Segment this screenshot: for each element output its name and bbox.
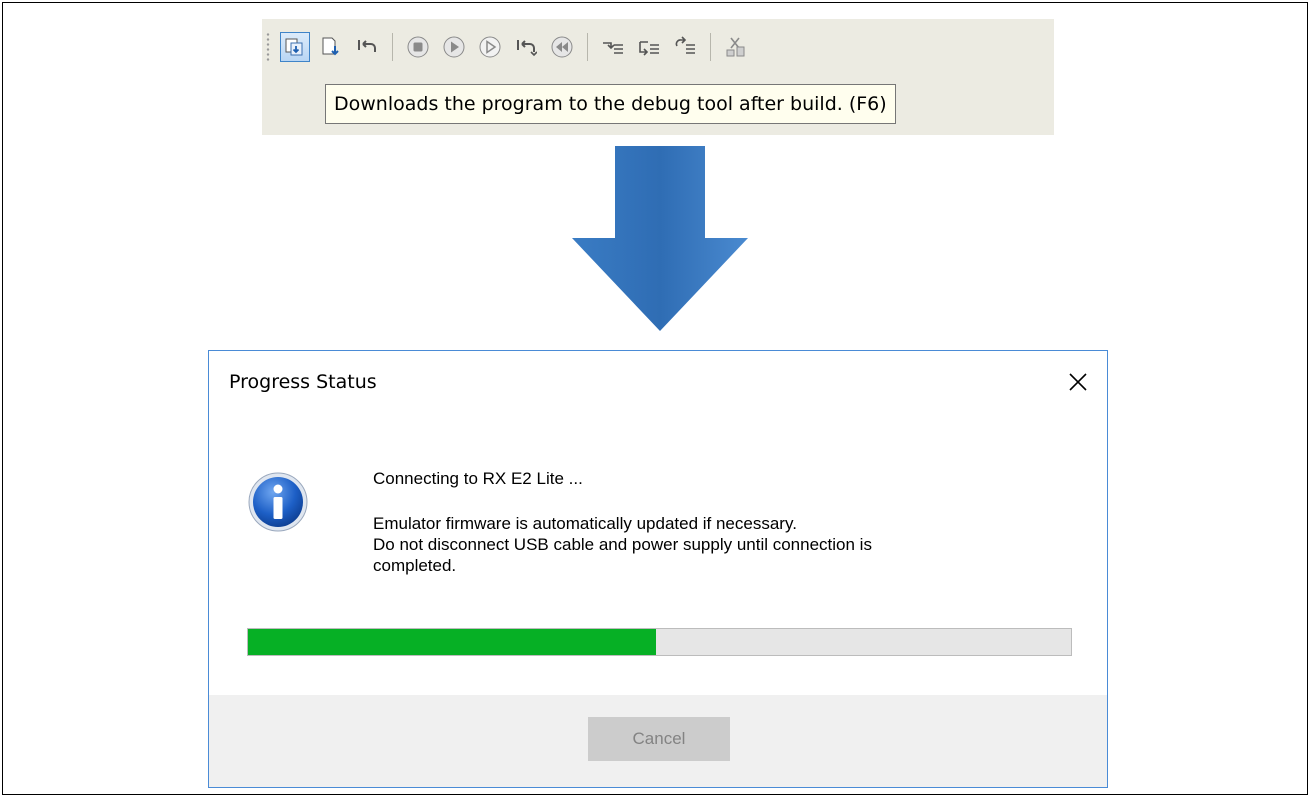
step-in-icon — [603, 42, 623, 54]
run-button[interactable] — [475, 32, 505, 62]
toolbar-grip[interactable] — [266, 32, 270, 62]
dialog-message: Connecting to RX E2 Lite ... Emulator fi… — [373, 468, 1013, 576]
toolbar-separator — [587, 33, 588, 61]
progress-status-dialog: Progress Status Connecting to RX E2 Lite… — [208, 350, 1108, 788]
debug-toolbar-area: Downloads the program to the debug tool … — [262, 19, 1054, 135]
reset-icon — [358, 40, 376, 52]
cancel-button[interactable]: Cancel — [588, 717, 730, 761]
step-over-button[interactable] — [634, 32, 664, 62]
toolbar-tooltip: Downloads the program to the debug tool … — [325, 84, 896, 124]
step-in-button[interactable] — [598, 32, 628, 62]
toolbar-separator — [392, 33, 393, 61]
step-back-button[interactable] — [547, 32, 577, 62]
step-over-icon — [639, 41, 659, 56]
message-connecting: Connecting to RX E2 Lite ... — [373, 469, 583, 488]
stop-button[interactable] — [403, 32, 433, 62]
dialog-footer: Cancel — [209, 695, 1107, 787]
message-warning: Do not disconnect USB cable and power su… — [373, 535, 872, 554]
download-icon — [322, 37, 339, 56]
debug-toolbar — [266, 27, 757, 67]
reset-button[interactable] — [352, 32, 382, 62]
step-back-icon — [551, 36, 573, 58]
dialog-title: Progress Status — [229, 371, 377, 393]
close-icon — [1069, 373, 1087, 391]
progress-bar-fill — [248, 629, 657, 655]
return-out-button[interactable] — [670, 32, 700, 62]
go-button[interactable] — [439, 32, 469, 62]
restart-button[interactable] — [511, 32, 541, 62]
disconnect-button[interactable] — [721, 32, 751, 62]
disconnect-icon — [726, 37, 745, 57]
download-build-icon — [285, 38, 303, 56]
go-icon — [443, 36, 465, 58]
restart-icon — [517, 40, 537, 57]
download-build-button[interactable] — [280, 32, 310, 62]
run-icon — [479, 36, 501, 58]
return-out-icon — [675, 36, 695, 54]
stop-icon — [407, 36, 429, 58]
progress-bar — [247, 628, 1072, 656]
message-firmware: Emulator firmware is automatically updat… — [373, 514, 797, 533]
close-button[interactable] — [1063, 367, 1093, 397]
toolbar-separator — [710, 33, 711, 61]
message-warning-cont: completed. — [373, 556, 457, 575]
download-button[interactable] — [316, 32, 346, 62]
down-arrow-graphic — [572, 146, 748, 331]
info-icon — [248, 472, 308, 532]
